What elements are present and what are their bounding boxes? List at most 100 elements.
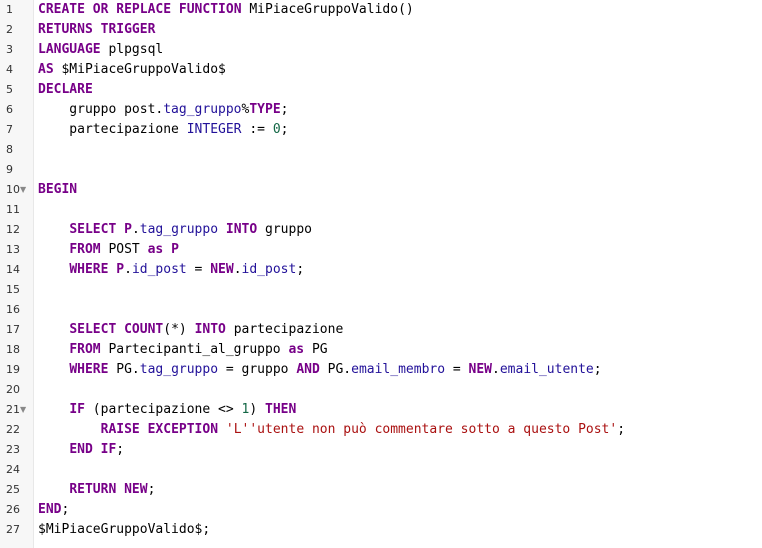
- code-token: ): [249, 402, 265, 417]
- code-editor[interactable]: 1 CREATE OR REPLACE FUNCTION MiPiaceGrupp…: [0, 0, 762, 548]
- code-text: FROM POST as P: [34, 240, 179, 260]
- code-text: BEGIN: [34, 180, 77, 200]
- code-token: ;: [296, 262, 305, 277]
- code-line[interactable]: 13 FROM POST as P: [0, 240, 762, 260]
- line-number: 20: [6, 383, 20, 396]
- code-token: ;: [617, 422, 626, 437]
- code-token: plpgsql: [100, 42, 164, 57]
- code-line[interactable]: 25 RETURN NEW;: [0, 480, 762, 500]
- code-line[interactable]: 5 DECLARE: [0, 80, 762, 100]
- code-token: email_utente: [499, 362, 594, 377]
- code-token: SELECT: [69, 222, 117, 237]
- code-line[interactable]: 27 $MiPiaceGruppoValido$;: [0, 520, 762, 540]
- fold-arrow-icon[interactable]: ▼: [20, 400, 26, 420]
- code-line[interactable]: 19 WHERE PG.tag_gruppo = gruppo AND PG.e…: [0, 360, 762, 380]
- line-number: 25: [6, 483, 20, 496]
- code-token: .: [233, 262, 242, 277]
- code-text: WHERE P.id_post = NEW.id_post;: [34, 260, 304, 280]
- code-token: INTEGER: [186, 122, 242, 137]
- code-token: PG.: [319, 362, 352, 377]
- code-token: ;: [593, 362, 602, 377]
- code-text: WHERE PG.tag_gruppo = gruppo AND PG.emai…: [34, 360, 602, 380]
- code-line[interactable]: 17 SELECT COUNT(*) INTO partecipazione: [0, 320, 762, 340]
- code-token: DECLARE: [38, 82, 93, 97]
- code-token: ;: [61, 502, 70, 517]
- code-token: AND: [296, 362, 320, 377]
- code-token: TRIGGER: [100, 22, 156, 37]
- code-line[interactable]: 7 partecipazione INTEGER := 0;: [0, 120, 762, 140]
- code-text: gruppo post.tag_gruppo%TYPE;: [34, 100, 288, 120]
- line-number: 10 ▼: [0, 180, 34, 200]
- code-token: ;: [280, 102, 289, 117]
- line-number: 3: [6, 43, 13, 56]
- code-line[interactable]: 22 RAISE EXCEPTION 'L''utente non può co…: [0, 420, 762, 440]
- line-number: 12: [6, 223, 20, 236]
- code-token: RAISE: [100, 422, 140, 437]
- code-line[interactable]: 4 AS $MiPiaceGruppoValido$: [0, 60, 762, 80]
- line-number: 7: [6, 123, 13, 136]
- code-line[interactable]: 2 RETURNS TRIGGER: [0, 20, 762, 40]
- code-token: Partecipanti_al_gruppo: [100, 342, 289, 357]
- code-line[interactable]: 23 END IF;: [0, 440, 762, 460]
- code-line[interactable]: 12 SELECT P.tag_gruppo INTO gruppo: [0, 220, 762, 240]
- code-token: P: [124, 222, 132, 237]
- code-token: EXCEPTION: [147, 422, 219, 437]
- code-line[interactable]: 18 FROM Partecipanti_al_gruppo as PG: [0, 340, 762, 360]
- line-number: 26: [6, 503, 20, 516]
- code-text: CREATE OR REPLACE FUNCTION MiPiaceGruppo…: [34, 0, 414, 20]
- code-token: IF: [100, 442, 117, 457]
- code-token: THEN: [265, 402, 297, 417]
- code-line[interactable]: 16: [0, 300, 762, 320]
- line-number: 9: [6, 163, 13, 176]
- code-line[interactable]: 21 ▼ IF (partecipazione <> 1) THEN: [0, 400, 762, 420]
- code-text: END;: [34, 500, 69, 520]
- code-line[interactable]: 11: [0, 200, 762, 220]
- code-line[interactable]: 20: [0, 380, 762, 400]
- code-line[interactable]: 14 WHERE P.id_post = NEW.id_post;: [0, 260, 762, 280]
- line-number: 24: [6, 463, 20, 476]
- code-token: REPLACE: [116, 2, 172, 17]
- line-number: 4: [6, 63, 13, 76]
- code-line[interactable]: 8: [0, 140, 762, 160]
- line-number: 27: [6, 523, 20, 536]
- code-text: partecipazione INTEGER := 0;: [34, 120, 288, 140]
- line-number: 8: [6, 143, 13, 156]
- code-token: P: [116, 262, 125, 277]
- fold-arrow-icon[interactable]: ▼: [20, 180, 26, 200]
- code-line[interactable]: 26 END;: [0, 500, 762, 520]
- code-token: LANGUAGE: [38, 42, 101, 57]
- code-line[interactable]: 15: [0, 280, 762, 300]
- line-number: 17: [6, 323, 20, 336]
- code-token: as: [147, 242, 164, 257]
- code-token: 'L''utente non può commentare sotto a qu…: [225, 422, 618, 437]
- code-token: gruppo: [257, 222, 312, 237]
- code-token: END: [69, 442, 93, 457]
- code-line[interactable]: 9: [0, 160, 762, 180]
- code-line[interactable]: 10 ▼ BEGIN: [0, 180, 762, 200]
- code-line[interactable]: 3 LANGUAGE plpgsql: [0, 40, 762, 60]
- line-number: 18: [6, 343, 20, 356]
- code-token: TYPE: [249, 102, 281, 117]
- code-token: CREATE: [38, 2, 85, 17]
- code-text: RETURN NEW;: [34, 480, 155, 500]
- code-text: $MiPiaceGruppoValido$;: [34, 520, 210, 540]
- code-token: :=: [241, 122, 273, 137]
- line-number: 13: [6, 243, 20, 256]
- code-line[interactable]: 24: [0, 460, 762, 480]
- code-line[interactable]: 1 CREATE OR REPLACE FUNCTION MiPiaceGrupp…: [0, 0, 762, 20]
- code-token: =: [186, 262, 211, 277]
- code-line[interactable]: 6 gruppo post.tag_gruppo%TYPE;: [0, 100, 762, 120]
- code-token: SELECT: [69, 322, 117, 337]
